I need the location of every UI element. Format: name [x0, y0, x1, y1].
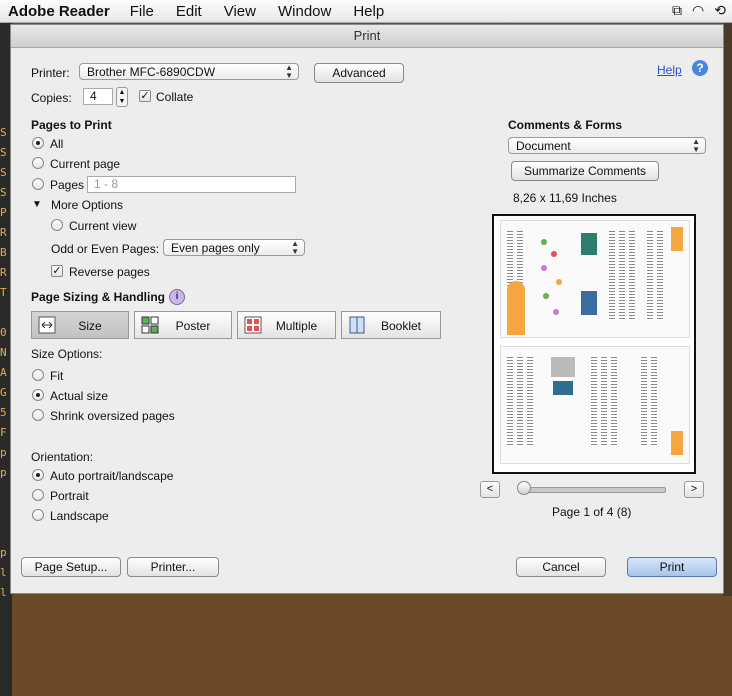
pages-all-radio[interactable]: [32, 137, 44, 149]
disclosure-triangle-icon[interactable]: ▼: [32, 199, 42, 210]
tab-poster[interactable]: Poster: [134, 311, 232, 339]
shrink-oversized-label: Shrink oversized pages: [50, 409, 175, 423]
size-options-label: Size Options:: [31, 347, 103, 361]
shrink-oversized-radio[interactable]: [32, 409, 44, 421]
menu-file[interactable]: File: [130, 3, 154, 20]
copies-input[interactable]: 4: [83, 88, 113, 105]
more-options-label[interactable]: More Options: [51, 198, 123, 212]
pages-range-label: Pages: [50, 178, 85, 192]
actual-size-radio[interactable]: [32, 389, 44, 401]
pages-range-input[interactable]: 1 - 8: [87, 176, 296, 193]
advanced-button[interactable]: Advanced: [314, 63, 404, 83]
paper-size-label: 8,26 x 11,69 Inches: [513, 191, 617, 205]
pages-range-radio[interactable]: [32, 178, 44, 190]
reverse-pages-checkbox[interactable]: ✓: [51, 265, 63, 277]
landscape-label: Landscape: [50, 509, 109, 523]
tab-multiple[interactable]: Multiple: [237, 311, 336, 339]
current-page-label: Current page: [50, 157, 121, 171]
cancel-button[interactable]: Cancel: [516, 557, 606, 577]
tab-poster-label: Poster: [175, 319, 211, 333]
comments-forms-heading: Comments & Forms: [508, 118, 623, 132]
pages-to-print-heading: Pages to Print: [31, 118, 112, 132]
help-icon[interactable]: ?: [692, 60, 708, 76]
portrait-radio[interactable]: [32, 489, 44, 501]
tab-booklet-label: Booklet: [380, 319, 422, 333]
updown-arrows-icon: ▲ ▼: [285, 63, 293, 80]
print-dialog: Print Printer: Brother MFC-6890CDW ▲ ▼ Ad…: [10, 24, 724, 594]
info-icon[interactable]: i: [169, 289, 185, 305]
odd-even-select[interactable]: Even pages only ▲ ▼: [163, 239, 305, 256]
auto-orientation-label: Auto portrait/landscape: [50, 469, 174, 483]
menu-help[interactable]: Help: [353, 3, 384, 20]
collate-label: Collate: [156, 90, 194, 104]
printer-select-value: Brother MFC-6890CDW: [87, 65, 216, 79]
comments-forms-select-value: Document: [516, 139, 571, 153]
odd-even-label: Odd or Even Pages:: [51, 242, 160, 256]
auto-orientation-radio[interactable]: [32, 469, 44, 481]
comments-forms-select[interactable]: Document ▲ ▼: [508, 137, 706, 154]
print-button[interactable]: Print: [627, 557, 717, 577]
printer-select[interactable]: Brother MFC-6890CDW ▲ ▼: [79, 63, 299, 80]
app-name-menu[interactable]: Adobe Reader: [8, 3, 110, 20]
tab-multiple-label: Multiple: [275, 319, 318, 333]
fit-radio[interactable]: [32, 369, 44, 381]
landscape-radio[interactable]: [32, 509, 44, 521]
printer-button[interactable]: Printer...: [127, 557, 219, 577]
page-slider-track[interactable]: [519, 487, 666, 493]
copies-stepper[interactable]: ▲ ▼: [116, 87, 128, 107]
page-indicator: Page 1 of 4 (8): [552, 505, 632, 519]
page-setup-button[interactable]: Page Setup...: [21, 557, 121, 577]
preview-page-bottom: [500, 346, 690, 464]
copies-label: Copies:: [31, 91, 72, 105]
printer-label: Printer:: [31, 66, 70, 80]
orientation-label: Orientation:: [31, 450, 94, 464]
current-page-radio[interactable]: [32, 157, 44, 169]
help-link[interactable]: Help: [657, 63, 682, 77]
menu-bar: Adobe Reader File Edit View Window Help …: [0, 0, 732, 23]
time-machine-icon[interactable]: ⟲: [714, 2, 726, 19]
menu-view[interactable]: View: [224, 3, 256, 20]
menubar-status-icons: ⧉ ◠ ⟲: [672, 2, 726, 19]
pages-all-label: All: [50, 137, 64, 151]
actual-size-label: Actual size: [50, 389, 109, 403]
page-sizing-heading: Page Sizing & Handling: [31, 290, 166, 304]
portrait-label: Portrait: [50, 489, 89, 503]
tab-booklet[interactable]: Booklet: [341, 311, 441, 339]
summarize-comments-button[interactable]: Summarize Comments: [511, 161, 659, 181]
print-preview: [492, 214, 696, 474]
fit-label: Fit: [50, 369, 64, 383]
dialog-title: Print: [11, 25, 723, 48]
current-view-radio[interactable]: [51, 219, 63, 231]
tab-size-label: Size: [78, 319, 102, 333]
prev-page-button[interactable]: <: [480, 481, 500, 498]
menu-window[interactable]: Window: [278, 3, 331, 20]
updown-arrows-icon: ▲ ▼: [291, 239, 299, 256]
screen-share-icon[interactable]: ⧉: [672, 2, 682, 19]
current-view-label: Current view: [69, 219, 137, 233]
next-page-button[interactable]: >: [684, 481, 704, 498]
wifi-icon[interactable]: ◠: [692, 2, 704, 19]
odd-even-select-value: Even pages only: [171, 241, 260, 255]
preview-page-top: [500, 220, 690, 338]
reverse-pages-label: Reverse pages: [69, 265, 150, 279]
collate-checkbox[interactable]: ✓: [139, 90, 151, 102]
updown-arrows-icon: ▲ ▼: [692, 137, 700, 154]
menu-edit[interactable]: Edit: [176, 3, 202, 20]
tab-size[interactable]: Size: [31, 311, 129, 339]
page-slider-knob[interactable]: [517, 481, 531, 495]
